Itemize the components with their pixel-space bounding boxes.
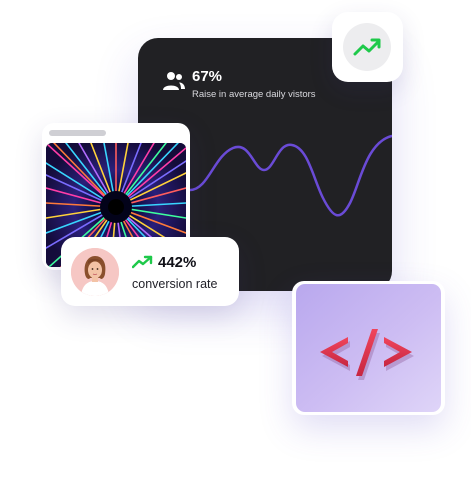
trend-up-icon [132, 255, 153, 269]
trend-up-icon [353, 38, 381, 56]
conversion-label: conversion rate [132, 277, 218, 291]
code-tag-image [296, 284, 441, 412]
trend-badge [332, 12, 403, 82]
code-preview-card [292, 281, 445, 415]
card-header-bar [49, 130, 106, 136]
visitors-stat-caption: Raise in average daily vistors [192, 89, 316, 100]
conversion-rate-card: 442% conversion rate [61, 237, 239, 306]
conversion-value: 442% [158, 254, 197, 271]
users-icon [163, 72, 185, 90]
visitors-stat-value: 67% [192, 68, 223, 85]
avatar [71, 248, 119, 296]
hero-illustration: 67% Raise in average daily vistors 442% … [0, 0, 471, 495]
